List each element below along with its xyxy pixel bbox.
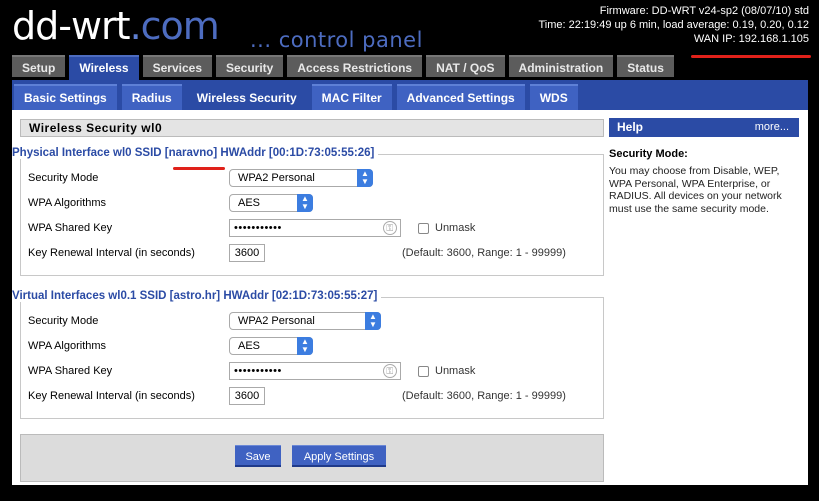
- tab-services[interactable]: Services: [142, 55, 212, 77]
- unmask-checkbox[interactable]: [418, 223, 429, 234]
- subtab-basic-settings[interactable]: Basic Settings: [14, 84, 117, 110]
- chevron-updown-icon: ▲ ▼: [357, 169, 373, 187]
- help-header: Help more...: [609, 118, 799, 137]
- help-text: You may choose from Disable, WEP, WPA Pe…: [609, 165, 782, 215]
- subtab-advanced-settings[interactable]: Advanced Settings: [396, 84, 525, 110]
- sub-tabs: Basic Settings Radius Wireless Security …: [14, 84, 583, 110]
- help-title: Help: [617, 120, 644, 134]
- virtual-wpa-algorithms-select[interactable]: AES ▲ ▼: [229, 337, 313, 355]
- subtab-mac-filter[interactable]: MAC Filter: [311, 84, 392, 110]
- subtab-wireless-security[interactable]: Wireless Security: [186, 84, 307, 110]
- physical-interface-legend: Physical Interface wl0 SSID [naravno] HW…: [12, 147, 379, 159]
- subtab-radius[interactable]: Radius: [121, 84, 182, 110]
- wpa-algorithms-select[interactable]: AES ▲ ▼: [229, 194, 313, 212]
- tagline: ... control panel: [250, 28, 423, 52]
- help-heading: Security Mode:: [609, 148, 688, 160]
- wpa-shared-key-label: WPA Shared Key: [28, 222, 113, 234]
- section-title: Wireless Security wl0: [20, 119, 604, 137]
- header: dd-wrt.com ... control panel Firmware: D…: [0, 0, 819, 55]
- tab-nat-qos[interactable]: NAT / QoS: [426, 55, 505, 77]
- chevron-updown-icon: ▲ ▼: [297, 194, 313, 212]
- wpa-algorithms-label: WPA Algorithms: [28, 197, 107, 209]
- help-more-link[interactable]: more...: [755, 118, 789, 137]
- wan-ip-text: WAN IP: 192.168.1.105: [693, 33, 809, 45]
- button-bar: Save Apply Settings: [20, 434, 604, 482]
- tab-status[interactable]: Status: [617, 55, 674, 77]
- tab-administration[interactable]: Administration: [508, 55, 614, 77]
- wan-ip-annotation: [691, 55, 811, 58]
- wpa-shared-key-value: •••••••••••: [234, 222, 282, 234]
- virtual-interface-legend: Virtual Interfaces wl0.1 SSID [astro.hr]…: [12, 290, 382, 302]
- tab-access-restrictions[interactable]: Access Restrictions: [287, 55, 423, 77]
- chevron-updown-icon: ▲ ▼: [297, 337, 313, 355]
- security-mode-label: Security Mode: [28, 172, 99, 184]
- security-mode-value: WPA2 Personal: [238, 315, 315, 327]
- save-button[interactable]: Save: [235, 445, 281, 467]
- firmware-text: Firmware: DD-WRT v24-sp2 (08/07/10) std: [599, 5, 809, 17]
- subtab-wds[interactable]: WDS: [529, 84, 578, 110]
- tab-setup[interactable]: Setup: [12, 55, 66, 77]
- key-icon[interactable]: ⚿: [383, 364, 397, 378]
- key-renewal-label: Key Renewal Interval (in seconds): [28, 247, 195, 259]
- time-text: Time: 22:19:49 up 6 min, load average: 0…: [538, 19, 810, 31]
- ddwrt-logo[interactable]: dd-wrt.com: [12, 4, 220, 48]
- security-mode-value: WPA2 Personal: [238, 172, 315, 184]
- virtual-security-mode-select[interactable]: WPA2 Personal ▲ ▼: [229, 312, 381, 330]
- key-icon[interactable]: ⚿: [383, 221, 397, 235]
- content-panel: Wireless Security wl0 Physical Interface…: [12, 110, 808, 485]
- virtual-unmask-checkbox[interactable]: [418, 366, 429, 377]
- key-renewal-label: Key Renewal Interval (in seconds): [28, 390, 195, 402]
- wpa-shared-key-label: WPA Shared Key: [28, 365, 113, 377]
- unmask-label: Unmask: [435, 222, 476, 234]
- tab-security[interactable]: Security: [216, 55, 284, 77]
- key-renewal-input[interactable]: 3600: [229, 244, 265, 262]
- tab-wireless[interactable]: Wireless: [69, 55, 139, 82]
- ssid-annotation: [173, 167, 225, 170]
- security-mode-label: Security Mode: [28, 315, 99, 327]
- apply-settings-button[interactable]: Apply Settings: [292, 445, 386, 467]
- wpa-shared-key-value: •••••••••••: [234, 365, 282, 377]
- virtual-wpa-shared-key-input[interactable]: ••••••••••• ⚿: [229, 362, 401, 380]
- wpa-shared-key-input[interactable]: ••••••••••• ⚿: [229, 219, 401, 237]
- wpa-algorithms-value: AES: [238, 340, 261, 352]
- wpa-algorithms-value: AES: [238, 197, 261, 209]
- main-tabs: Setup Wireless Services Security Access …: [12, 55, 678, 82]
- virtual-key-renewal-input[interactable]: 3600: [229, 387, 265, 405]
- chevron-updown-icon: ▲ ▼: [365, 312, 381, 330]
- wpa-algorithms-label: WPA Algorithms: [28, 340, 107, 352]
- unmask-label: Unmask: [435, 365, 476, 377]
- key-renewal-hint: (Default: 3600, Range: 1 - 99999): [402, 390, 566, 402]
- system-info: Firmware: DD-WRT v24-sp2 (08/07/10) std …: [539, 4, 810, 46]
- security-mode-select[interactable]: WPA2 Personal ▲ ▼: [229, 169, 373, 187]
- key-renewal-hint: (Default: 3600, Range: 1 - 99999): [402, 247, 566, 259]
